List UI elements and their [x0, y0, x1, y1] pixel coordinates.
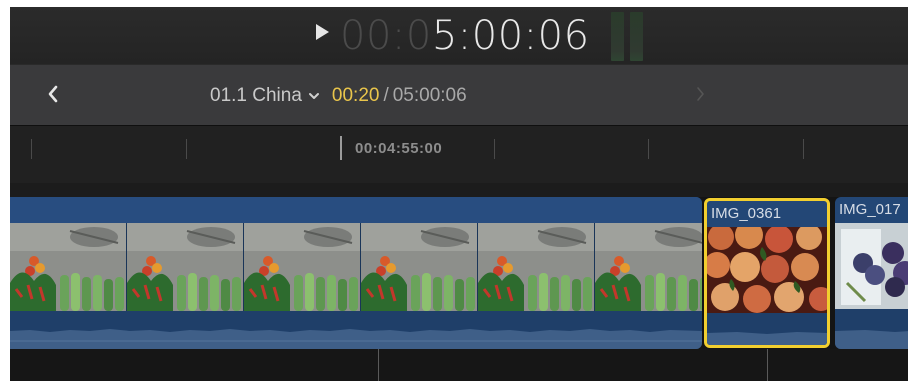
- clip-grapes[interactable]: IMG_017: [835, 197, 908, 349]
- chevron-down-icon[interactable]: [308, 91, 320, 101]
- project-duration: 05:00:06: [392, 85, 467, 106]
- forward-button[interactable]: [690, 83, 712, 109]
- clip-title: IMG_0361: [711, 205, 782, 222]
- filmstrip-frame: [478, 223, 595, 311]
- ruler-time-label: 00:04:55:00: [355, 140, 443, 157]
- primary-storyline: IMG_0361 IMG_017: [10, 197, 908, 349]
- audio-meters: [611, 12, 651, 61]
- clip-filmstrip: [10, 223, 702, 311]
- ruler-tick: [648, 139, 649, 159]
- clip-audio-waveform: [835, 309, 908, 349]
- ruler-tick: [186, 139, 187, 159]
- filmstrip-frame: [10, 223, 127, 311]
- clip-selected-peaches[interactable]: IMG_0361: [704, 198, 830, 348]
- back-button[interactable]: [42, 83, 64, 109]
- clip-header: [10, 197, 702, 223]
- chevron-right-icon: [695, 85, 707, 108]
- clip-vegetables[interactable]: [10, 197, 702, 349]
- filmstrip-frame: [127, 223, 244, 311]
- timeline-nav-bar: 01.1 China 00:20 / 05:00:06: [10, 64, 908, 125]
- clip-thumbnail-peaches: [707, 221, 827, 313]
- audio-meter-left: [611, 12, 624, 61]
- ruler-tick: [494, 139, 495, 159]
- timeline-gap: [10, 183, 908, 197]
- playhead-line: [378, 349, 379, 381]
- timeline-ruler[interactable]: 00:04:55:00: [10, 125, 908, 183]
- clip-audio-waveform: [707, 313, 827, 345]
- ruler-playhead-marker: [340, 136, 342, 160]
- clip-title: IMG_017: [839, 201, 901, 218]
- filmstrip-frame: [244, 223, 361, 311]
- filmstrip-frame: [595, 223, 702, 311]
- chevron-left-icon: [47, 85, 59, 108]
- clip-thumbnail-grapes: [835, 223, 908, 309]
- timecode-bright: 5:00:06: [431, 13, 590, 59]
- timecode-bar: 00:0 5:00:06: [10, 7, 908, 64]
- project-name[interactable]: 01.1 China: [210, 85, 302, 107]
- play-button[interactable]: [310, 22, 334, 46]
- skimmer-line: [767, 349, 768, 381]
- ruler-tick: [803, 139, 804, 159]
- audio-meter-right: [630, 12, 643, 61]
- playhead-time: 00:20: [331, 85, 380, 106]
- timeline-window: 00:0 5:00:06 01.1 China 00:20 / 05:00:06…: [10, 7, 908, 381]
- time-separator: /: [383, 85, 389, 106]
- play-icon: [314, 23, 330, 46]
- project-info: 01.1 China 00:20 / 05:00:06: [210, 81, 467, 111]
- timecode-dim: 00:0: [340, 13, 432, 59]
- filmstrip-frame: [361, 223, 478, 311]
- ruler-tick: [31, 139, 32, 159]
- clip-audio-waveform: [10, 311, 702, 349]
- timeline-bottom-area: [10, 349, 908, 381]
- timecode-display: 00:0 5:00:06: [340, 13, 590, 59]
